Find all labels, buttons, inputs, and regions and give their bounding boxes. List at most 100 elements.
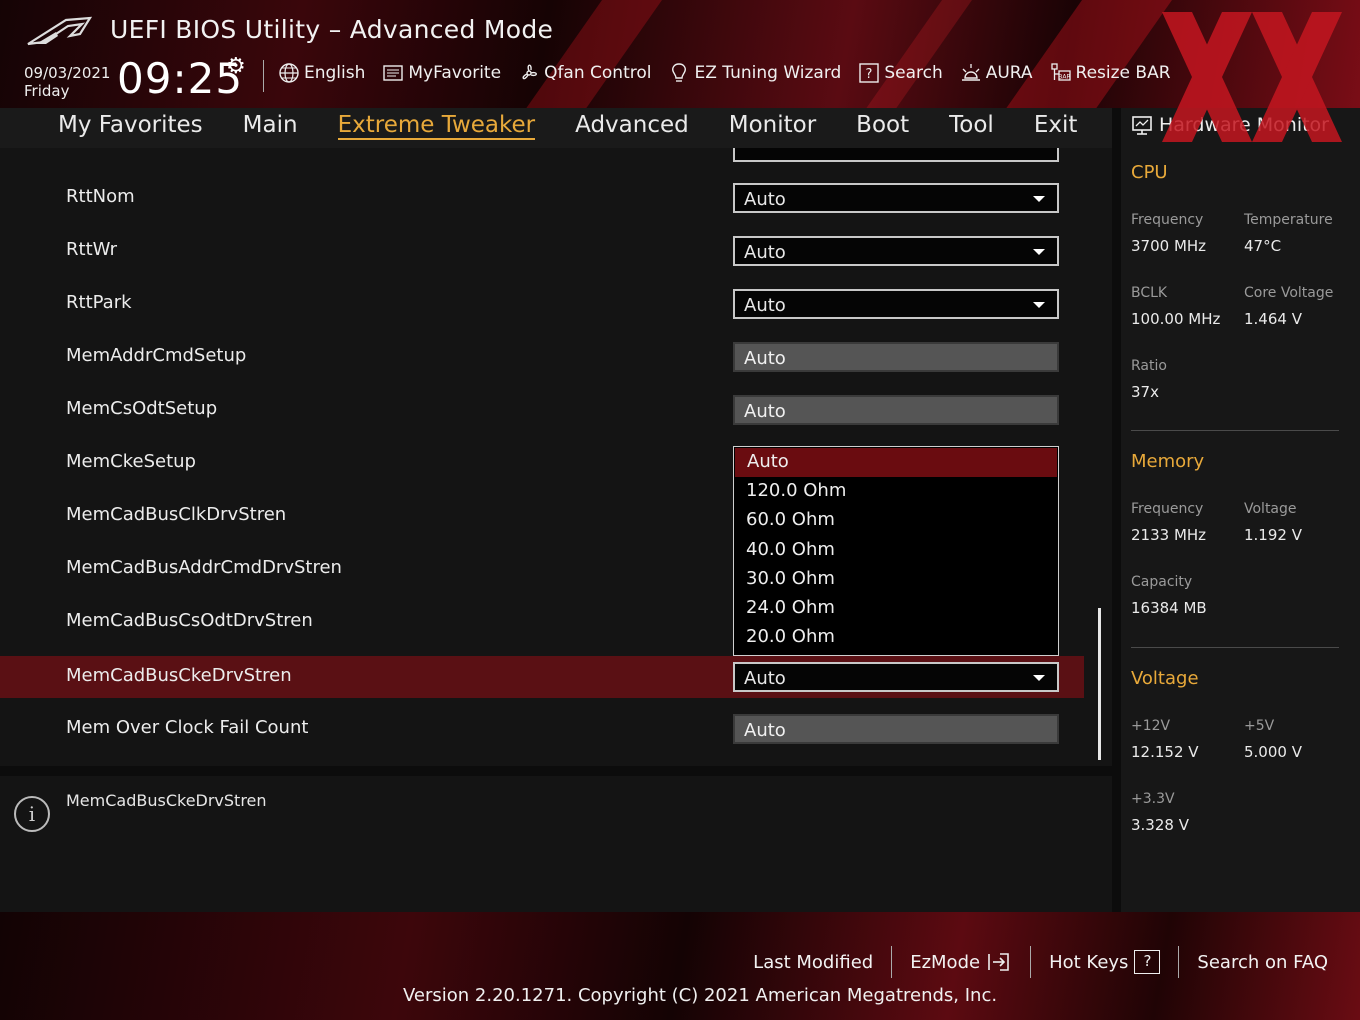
footer-links: Last Modified EzMode Hot Keys ? Search o… xyxy=(735,946,1346,978)
last-modified-button[interactable]: Last Modified xyxy=(735,952,891,973)
ezmode-button[interactable]: EzMode xyxy=(892,951,1030,973)
header-bar: UEFI BIOS Utility – Advanced Mode 09/03/… xyxy=(0,0,1360,108)
dropdown-value: Auto xyxy=(744,295,786,316)
dropdown-option[interactable]: Auto xyxy=(735,448,1057,478)
memcsodtsetup-field[interactable]: Auto xyxy=(733,395,1059,425)
footer-bar: Last Modified EzMode Hot Keys ? Search o… xyxy=(0,912,1360,1020)
cpu-section-title: CPU xyxy=(1131,162,1168,183)
rttwr-dropdown[interactable]: Auto xyxy=(733,236,1059,266)
mem-over-clock-fail-count-field[interactable]: Auto xyxy=(733,714,1059,744)
rttpark-dropdown[interactable]: Auto xyxy=(733,289,1059,319)
section-divider xyxy=(1131,430,1339,431)
ratio-label: Ratio xyxy=(1131,358,1167,374)
dropdown-value: Auto xyxy=(744,189,786,210)
field-value: Auto xyxy=(744,720,786,741)
setting-label: RttPark xyxy=(66,292,132,313)
v33-value: 3.328 V xyxy=(1131,816,1189,834)
setting-row-memcsodtsetup[interactable]: MemCsOdtSetup Auto xyxy=(0,389,1084,431)
field-value: Auto xyxy=(744,401,786,422)
search-on-faq-button[interactable]: Search on FAQ xyxy=(1179,952,1346,973)
cpu-temperature-value: 47°C xyxy=(1244,237,1282,255)
cpu-frequency-label: Frequency xyxy=(1131,212,1204,228)
voltage-section-title: Voltage xyxy=(1131,668,1199,689)
caret-down-icon xyxy=(1033,302,1045,308)
myfavorite-button[interactable]: MyFavorite xyxy=(382,62,501,84)
dropdown-option[interactable]: 20.0 Ohm xyxy=(734,623,1058,652)
toolbar: English MyFavorite Qfan Control EZ Tunin… xyxy=(278,62,1171,84)
day-text: Friday xyxy=(24,82,70,100)
dropdown-option[interactable]: 120.0 Ohm xyxy=(734,477,1058,506)
core-voltage-label: Core Voltage xyxy=(1244,285,1334,301)
header-divider xyxy=(263,60,264,92)
dropdown-option[interactable]: 40.0 Ohm xyxy=(734,536,1058,565)
section-divider xyxy=(1131,647,1339,648)
resize-bar-button[interactable]: BAR Resize BAR xyxy=(1050,62,1171,84)
settings-scrollbar[interactable] xyxy=(1098,608,1101,760)
setting-row-memaddrcmdsetup[interactable]: MemAddrCmdSetup Auto xyxy=(0,336,1084,378)
v12-label: +12V xyxy=(1131,718,1171,734)
language-button[interactable]: English xyxy=(278,62,365,84)
tab-tool[interactable]: Tool xyxy=(949,112,994,140)
tab-main[interactable]: Main xyxy=(243,112,298,140)
hardware-monitor-title: Hardware Monitor xyxy=(1159,114,1329,136)
dropdown-value: Auto xyxy=(744,242,786,263)
cpu-frequency-value: 3700 MHz xyxy=(1131,237,1207,255)
dropdown-option[interactable]: 30.0 Ohm xyxy=(734,565,1058,594)
copyright-text: Version 2.20.1271. Copyright (C) 2021 Am… xyxy=(403,985,998,1006)
tab-exit[interactable]: Exit xyxy=(1034,112,1078,140)
setting-dropdown-clipped[interactable] xyxy=(733,148,1059,162)
ezmode-label: EzMode xyxy=(910,951,981,973)
svg-text:?: ? xyxy=(866,67,873,82)
capacity-label: Capacity xyxy=(1131,574,1193,590)
setting-label: RttWr xyxy=(66,239,118,260)
tab-extreme-tweaker[interactable]: Extreme Tweaker xyxy=(337,112,536,140)
memcadbuskedrvstren-dropdown[interactable]: Auto xyxy=(733,662,1059,692)
resize-bar-icon: BAR xyxy=(1050,63,1070,81)
setting-label: MemAddrCmdSetup xyxy=(66,345,247,366)
setting-row-rttpark[interactable]: RttPark Auto xyxy=(0,283,1084,325)
tab-monitor[interactable]: Monitor xyxy=(729,112,816,140)
search-button[interactable]: ? Search xyxy=(858,62,943,84)
core-voltage-value: 1.464 V xyxy=(1244,310,1302,328)
tab-my-favorites[interactable]: My Favorites xyxy=(58,112,203,140)
favorite-list-icon xyxy=(383,65,404,81)
setting-row-rttwr[interactable]: RttWr Auto xyxy=(0,230,1084,272)
dropdown-option[interactable]: 60.0 Ohm xyxy=(734,506,1058,535)
bclk-value: 100.00 MHz xyxy=(1131,310,1221,328)
memory-section-title: Memory xyxy=(1131,451,1205,472)
clock-settings-gear-icon[interactable]: ⚙ xyxy=(226,54,246,79)
question-key-icon: ? xyxy=(1134,950,1161,974)
myfavorite-label: MyFavorite xyxy=(408,63,502,83)
app-title: UEFI BIOS Utility – Advanced Mode xyxy=(110,15,554,44)
ez-tuning-wizard-label: EZ Tuning Wizard xyxy=(694,63,842,83)
memory-frequency-label: Frequency xyxy=(1131,501,1204,517)
exit-arrow-icon xyxy=(988,953,1009,971)
setting-row-mem-over-clock-fail-count[interactable]: Mem Over Clock Fail Count Auto xyxy=(0,708,1084,750)
tab-advanced[interactable]: Advanced xyxy=(575,112,689,140)
setting-label: MemCadBusAddrCmdDrvStren xyxy=(66,557,342,578)
setting-label: MemCadBusCkeDrvStren xyxy=(66,665,292,686)
dropdown-option[interactable]: 24.0 Ohm xyxy=(734,594,1058,623)
v5-value: 5.000 V xyxy=(1244,743,1302,761)
main-nav: My Favorites Main Extreme Tweaker Advanc… xyxy=(0,108,1112,148)
tab-boot[interactable]: Boot xyxy=(856,112,909,140)
rttnom-dropdown[interactable]: Auto xyxy=(733,183,1059,213)
lightbulb-icon xyxy=(672,63,687,82)
field-value: Auto xyxy=(744,348,786,369)
qfan-control-button[interactable]: Qfan Control xyxy=(518,62,651,84)
memory-voltage-value: 1.192 V xyxy=(1244,526,1302,544)
setting-row-memcadbuskedrvstren-selected[interactable]: MemCadBusCkeDrvStren Auto xyxy=(0,656,1084,698)
help-panel: i MemCadBusCkeDrvStren xyxy=(0,776,1112,912)
aura-button[interactable]: AURA xyxy=(960,62,1033,84)
memaddrcmdsetup-field[interactable]: Auto xyxy=(733,342,1059,372)
setting-row-rttnom[interactable]: RttNom Auto xyxy=(0,177,1084,219)
ez-tuning-wizard-button[interactable]: EZ Tuning Wizard xyxy=(668,62,841,84)
setting-label: RttNom xyxy=(66,186,135,207)
search-label: Search xyxy=(884,63,943,83)
clock-display: 09:25 xyxy=(117,54,244,103)
bclk-label: BCLK xyxy=(1131,285,1168,301)
hot-keys-button[interactable]: Hot Keys ? xyxy=(1031,950,1178,974)
rog-logo-icon xyxy=(27,16,92,46)
dropdown-value: Auto xyxy=(744,668,786,689)
ratio-value: 37x xyxy=(1131,383,1159,401)
